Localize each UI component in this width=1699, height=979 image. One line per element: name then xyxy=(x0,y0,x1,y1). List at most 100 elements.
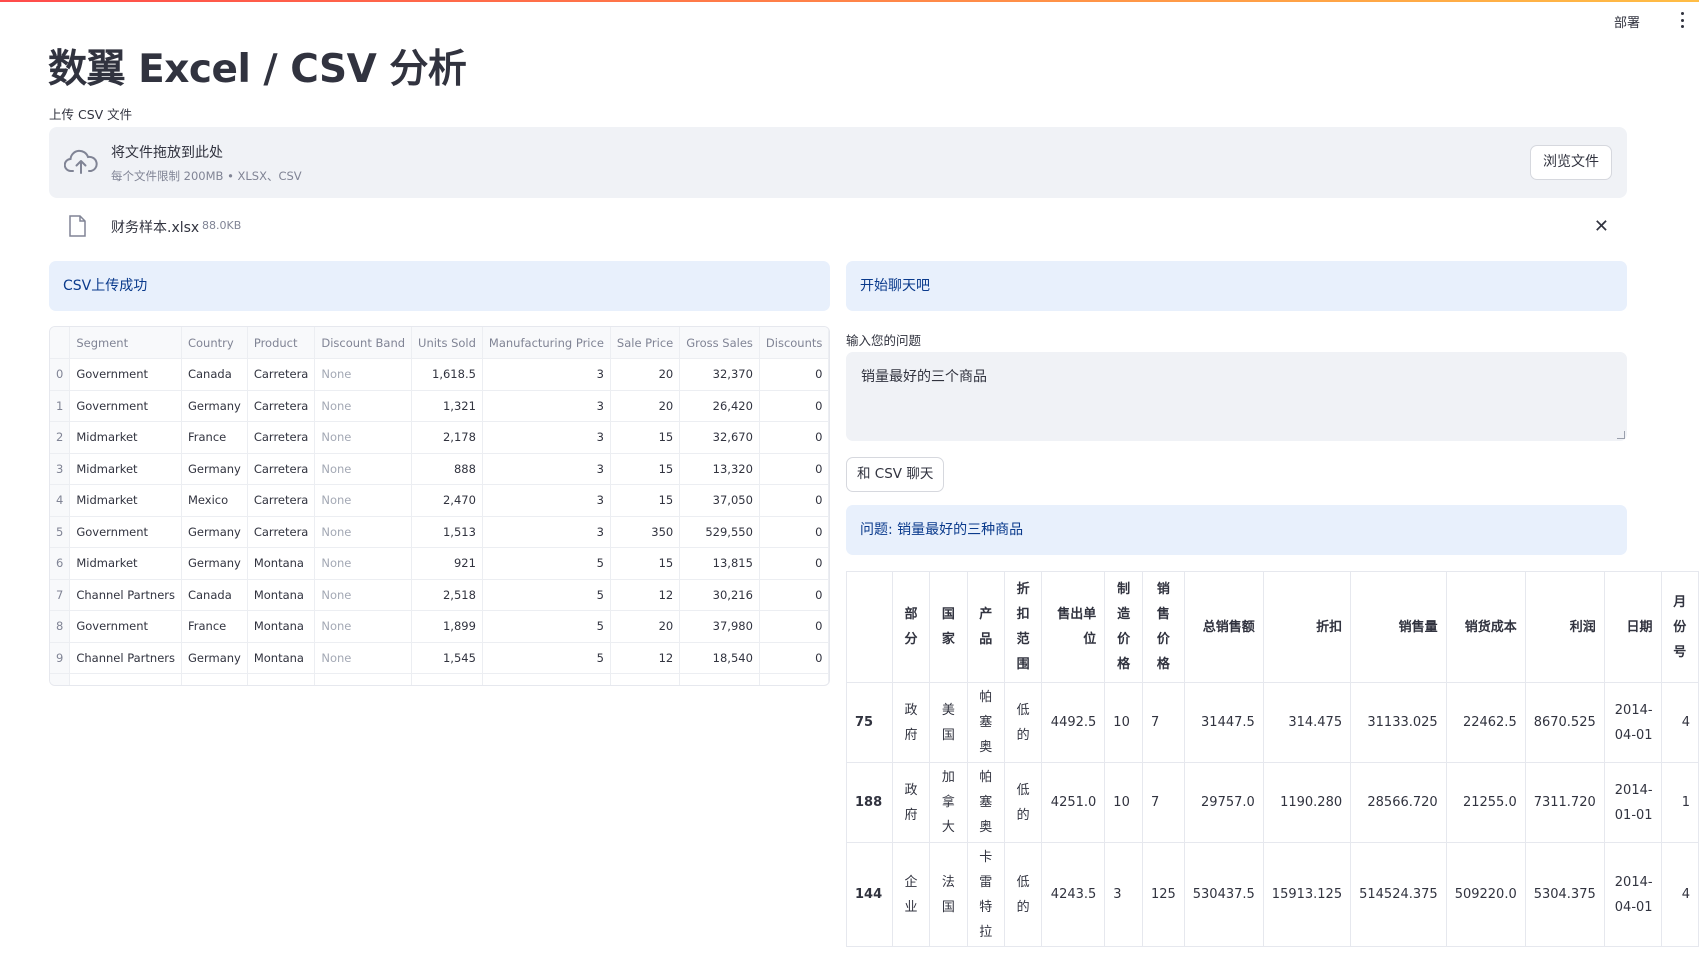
table-cell[interactable]: Germany xyxy=(181,516,248,548)
table-cell[interactable]: 3 xyxy=(482,390,611,422)
table-cell[interactable]: 32,370 xyxy=(679,358,760,391)
table-cell[interactable]: Germany xyxy=(181,390,248,422)
table-cell[interactable]: 1,513 xyxy=(411,516,483,548)
table-cell[interactable]: 18,540 xyxy=(679,642,760,674)
table-cell[interactable]: Canada xyxy=(181,579,248,611)
table-cell[interactable]: Mexico xyxy=(181,484,248,517)
table-cell[interactable]: Germany xyxy=(181,547,248,580)
table-cell[interactable]: 0 xyxy=(759,358,829,391)
table-row[interactable]: 6 Midmarket Germany Montana None 921 5 15 13,815… xyxy=(50,547,829,580)
table-cell[interactable]: 15 xyxy=(610,421,681,454)
column-header[interactable]: Sale Price xyxy=(610,327,681,359)
table-cell[interactable]: 15 xyxy=(610,453,681,485)
table-cell[interactable]: 1,618.5 xyxy=(411,358,483,391)
table-row[interactable]: 3 Midmarket Germany Carretera None 888 3 15 13,3… xyxy=(50,453,829,485)
table-cell[interactable]: Government xyxy=(69,610,182,643)
row-index[interactable]: 6 xyxy=(50,547,71,580)
table-cell[interactable]: Midmarket xyxy=(69,484,182,517)
table-cell[interactable]: 1,545 xyxy=(411,642,483,674)
table-row[interactable]: 4 Midmarket Mexico Carretera None 2,470 3 15 37,… xyxy=(50,484,829,517)
table-cell[interactable]: Channel Partners xyxy=(69,642,182,674)
table-cell[interactable]: 20 xyxy=(610,390,681,422)
table-cell[interactable]: 5 xyxy=(482,579,611,611)
table-cell[interactable]: 1,899 xyxy=(411,610,483,643)
main-menu-icon[interactable] xyxy=(1677,12,1687,28)
table-cell[interactable]: None xyxy=(314,547,413,580)
table-cell[interactable]: 20 xyxy=(610,358,681,391)
table-cell[interactable]: None xyxy=(314,642,413,674)
table-cell[interactable]: None xyxy=(314,579,413,611)
table-cell[interactable]: 26,420 xyxy=(679,390,760,422)
table-cell[interactable]: 0 xyxy=(759,579,829,611)
deploy-button[interactable]: 部署 xyxy=(1614,12,1640,31)
table-cell[interactable]: 1,321 xyxy=(411,390,483,422)
row-index[interactable]: 7 xyxy=(50,579,71,611)
table-cell[interactable]: Carretera xyxy=(247,358,316,391)
table-cell[interactable]: None xyxy=(314,484,413,517)
table-cell[interactable]: 350 xyxy=(610,516,681,548)
table-cell[interactable]: 13,815 xyxy=(679,547,760,580)
row-index[interactable]: 1 xyxy=(50,390,71,422)
table-cell[interactable]: 0 xyxy=(759,610,829,643)
table-cell[interactable]: 5 xyxy=(482,547,611,580)
table-row[interactable]: 8 Government France Montana None 1,899 5 20 37,9… xyxy=(50,610,829,643)
column-header[interactable]: Country xyxy=(181,327,248,359)
row-index[interactable]: 8 xyxy=(50,610,71,643)
table-cell[interactable]: Midmarket xyxy=(69,421,182,454)
table-cell[interactable]: 3 xyxy=(482,453,611,485)
table-row[interactable]: 2 Midmarket France Carretera None 2,178 3 15 32,… xyxy=(50,421,829,454)
table-cell[interactable]: Montana xyxy=(247,547,316,580)
table-cell[interactable]: 15 xyxy=(610,484,681,517)
table-cell[interactable]: 0 xyxy=(759,390,829,422)
row-index[interactable]: 9 xyxy=(50,642,71,674)
table-cell[interactable]: Carretera xyxy=(247,484,316,517)
table-cell[interactable]: Canada xyxy=(181,358,248,391)
table-cell[interactable]: Carretera xyxy=(247,421,316,454)
table-cell[interactable]: Carretera xyxy=(247,516,316,548)
question-input[interactable]: 销量最好的三个商品 xyxy=(846,352,1627,441)
table-cell[interactable]: 30,216 xyxy=(679,579,760,611)
row-index[interactable]: 5 xyxy=(50,516,71,548)
resize-handle[interactable] xyxy=(1617,431,1625,439)
table-cell[interactable]: None xyxy=(314,390,413,422)
table-cell[interactable]: 37,050 xyxy=(679,484,760,517)
table-cell[interactable]: 529,550 xyxy=(679,516,760,548)
table-cell[interactable]: 3 xyxy=(482,516,611,548)
table-cell[interactable]: None xyxy=(314,358,413,391)
table-cell[interactable]: Midmarket xyxy=(69,547,182,580)
table-row[interactable]: 5 Government Germany Carretera None 1,513 3 350… xyxy=(50,516,829,548)
table-cell[interactable]: Government xyxy=(69,516,182,548)
table-cell[interactable]: 921 xyxy=(411,547,483,580)
table-cell[interactable]: 32,670 xyxy=(679,421,760,454)
table-cell[interactable]: None xyxy=(314,610,413,643)
column-header[interactable]: Product xyxy=(247,327,316,359)
table-cell[interactable]: Germany xyxy=(181,642,248,674)
table-cell[interactable]: 0 xyxy=(759,516,829,548)
row-index[interactable]: 0 xyxy=(50,358,71,391)
table-cell[interactable]: 0 xyxy=(759,421,829,454)
table-cell[interactable]: 13,320 xyxy=(679,453,760,485)
column-header[interactable]: Segment xyxy=(69,327,182,359)
table-cell[interactable]: 37,980 xyxy=(679,610,760,643)
table-cell[interactable]: 2,518 xyxy=(411,579,483,611)
table-cell[interactable]: None xyxy=(314,516,413,548)
table-cell[interactable]: 5 xyxy=(482,642,611,674)
table-cell[interactable]: 5 xyxy=(482,610,611,643)
table-cell[interactable]: None xyxy=(314,453,413,485)
row-index[interactable]: 3 xyxy=(50,453,71,485)
table-cell[interactable]: France xyxy=(181,421,248,454)
table-cell[interactable]: 0 xyxy=(759,484,829,517)
browse-files-button[interactable]: 浏览文件 xyxy=(1530,145,1612,180)
table-cell[interactable]: 3 xyxy=(482,484,611,517)
table-cell[interactable]: Carretera xyxy=(247,453,316,485)
table-row[interactable]: 0 Government Canada Carretera None 1,618.5 3 20… xyxy=(50,358,829,391)
table-cell[interactable]: Montana xyxy=(247,579,316,611)
table-row[interactable]: 7 Channel Partners Canada Montana None 2,518 5… xyxy=(50,579,829,611)
table-row[interactable]: 1 Government Germany Carretera None 1,321 3 20 2… xyxy=(50,390,829,422)
table-cell[interactable]: France xyxy=(181,610,248,643)
table-cell[interactable]: Carretera xyxy=(247,390,316,422)
table-row[interactable]: 9 Channel Partners Germany Montana None 1,545… xyxy=(50,642,829,674)
table-cell[interactable]: 12 xyxy=(610,642,681,674)
table-cell[interactable]: 888 xyxy=(411,453,483,485)
dataframe[interactable]: Segment Country Product Discount Band Un… xyxy=(49,326,830,686)
